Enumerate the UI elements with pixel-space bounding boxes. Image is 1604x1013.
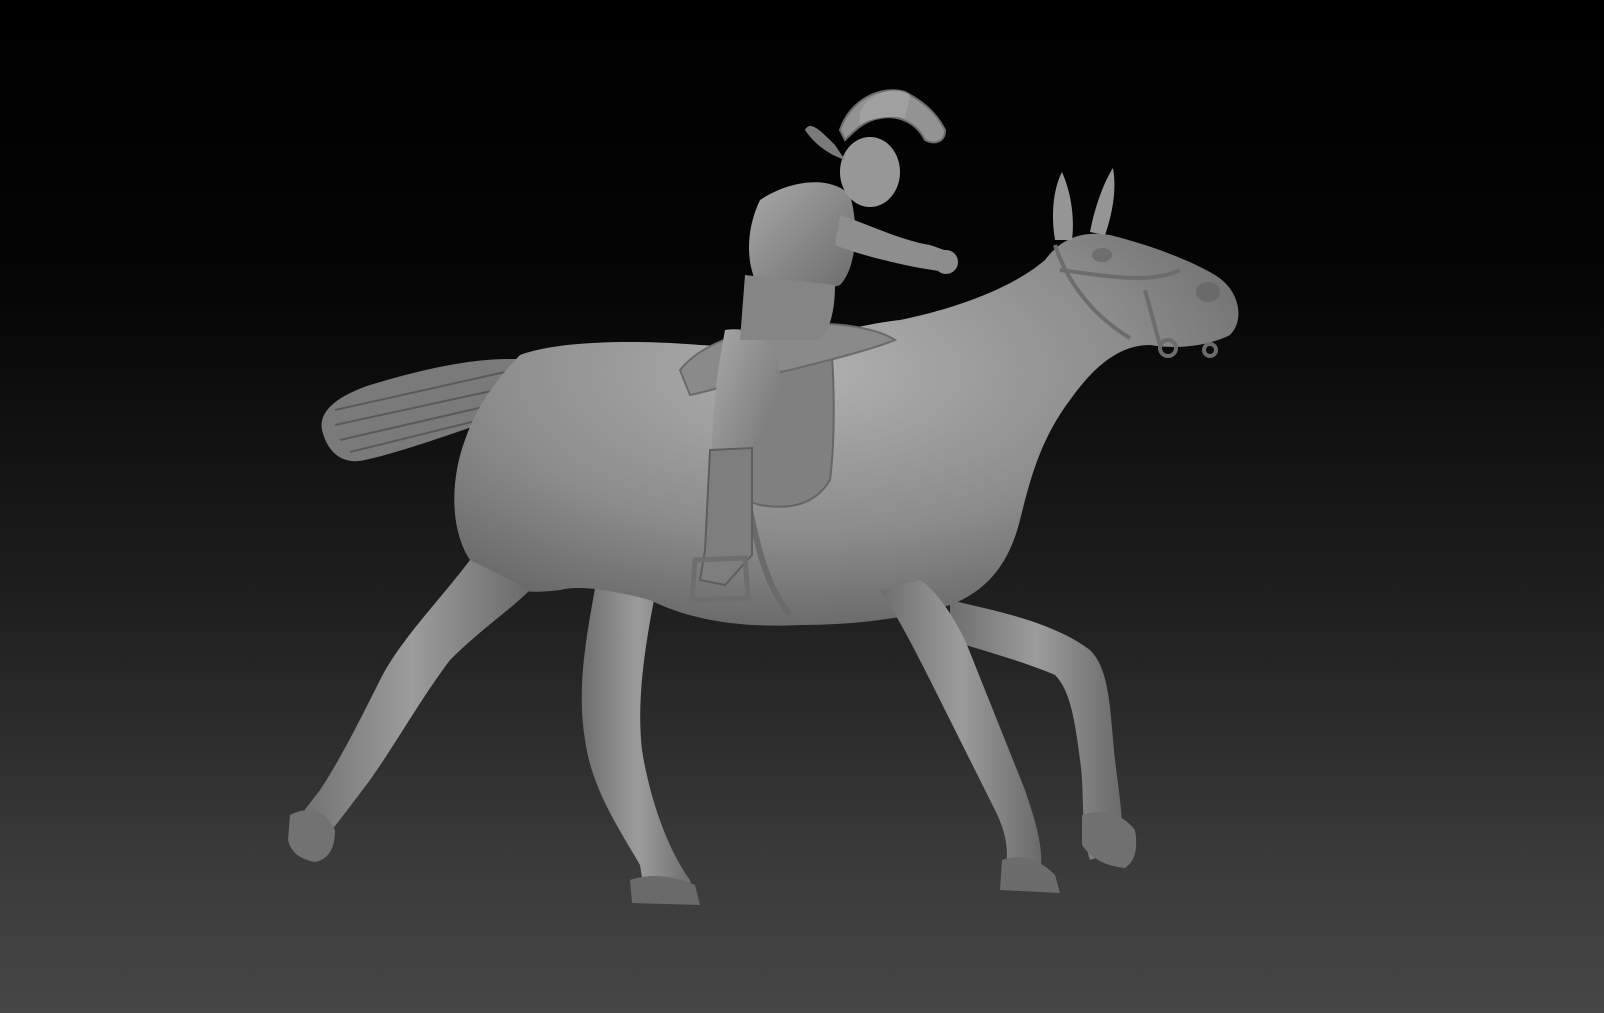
horse-near-hind-leg — [288, 560, 530, 862]
horse-ears — [1052, 168, 1115, 240]
horse-body — [454, 233, 1239, 626]
sculpt-model[interactable] — [0, 0, 1604, 1013]
3d-viewport[interactable] — [0, 0, 1604, 1013]
